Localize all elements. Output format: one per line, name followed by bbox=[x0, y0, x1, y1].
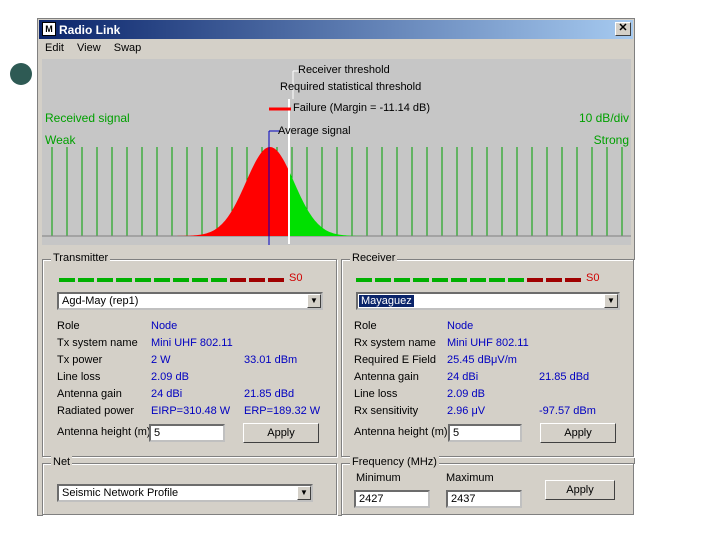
rx-height-input[interactable]: 5 bbox=[448, 424, 522, 442]
tx-system-label: Tx system name bbox=[57, 337, 138, 349]
menu-view[interactable]: View bbox=[73, 40, 105, 56]
min-frequency-input[interactable]: 2427 bbox=[354, 490, 430, 508]
tx-system-value: Mini UHF 802.11 bbox=[151, 337, 233, 349]
tx-height-input[interactable]: 5 bbox=[149, 424, 225, 442]
transmitter-title: Transmitter bbox=[51, 252, 111, 264]
frequency-title: Frequency (MHz) bbox=[350, 456, 439, 468]
tx-gain-label: Antenna gain bbox=[57, 388, 122, 400]
rx-field-label: Required E Field bbox=[354, 354, 436, 366]
max-frequency-input[interactable]: 2437 bbox=[446, 490, 522, 508]
strong-label: Strong bbox=[593, 133, 629, 147]
tx-radiated-label: Radiated power bbox=[57, 405, 135, 417]
signal-plot: Receiver threshold Required statistical … bbox=[42, 59, 631, 245]
tx-eirp-value: EIRP=310.48 W bbox=[151, 405, 231, 417]
net-panel: Net Seismic Network Profile ▼ bbox=[42, 456, 337, 515]
rx-loss-label: Line loss bbox=[354, 388, 398, 400]
max-frequency-label: Maximum bbox=[446, 472, 494, 484]
rx-sensitivity-dbm: -97.57 dBm bbox=[539, 405, 596, 417]
tx-power-value: 2 W bbox=[151, 354, 171, 366]
required-threshold-label: Required statistical threshold bbox=[280, 81, 422, 93]
rx-field-value: 25.45 dBμV/m bbox=[447, 354, 517, 366]
rx-role-value: Node bbox=[447, 320, 474, 332]
receiver-title: Receiver bbox=[350, 252, 398, 264]
rx-loss-value: 2.09 dB bbox=[447, 388, 485, 400]
min-frequency-label: Minimum bbox=[356, 472, 401, 484]
receiver-level: S0 bbox=[586, 272, 600, 284]
net-title: Net bbox=[51, 456, 73, 468]
failure-region bbox=[172, 147, 289, 236]
rx-gain-label: Antenna gain bbox=[354, 371, 419, 383]
rx-gain-value: 24 dBi bbox=[447, 371, 479, 383]
transmitter-select[interactable]: Agd-May (rep1) ▼ bbox=[57, 292, 323, 310]
tx-apply-button[interactable]: Apply bbox=[243, 423, 319, 443]
transmitter-level: S0 bbox=[289, 272, 303, 284]
tx-power-dbm: 33.01 dBm bbox=[244, 354, 298, 366]
plot-gridlines bbox=[51, 147, 623, 236]
tx-gain-dbd: 21.85 dBd bbox=[244, 388, 295, 400]
tx-role-label: Role bbox=[57, 320, 80, 332]
radio-link-app-icon: M bbox=[42, 22, 56, 36]
receiver-panel: Receiver S0 Mayaguez ▼ Role Node Rx syst… bbox=[341, 252, 634, 457]
net-select[interactable]: Seismic Network Profile ▼ bbox=[57, 484, 313, 502]
rx-system-value: Mini UHF 802.11 bbox=[447, 337, 529, 349]
tx-gain-value: 24 dBi bbox=[151, 388, 183, 400]
rx-height-label: Antenna height (m) bbox=[354, 426, 448, 438]
chevron-down-icon[interactable]: ▼ bbox=[297, 486, 311, 500]
receiver-signal-meter bbox=[356, 274, 584, 283]
tx-loss-label: Line loss bbox=[57, 371, 101, 383]
radio-link-window: M Radio Link ✕ Edit View Swap Receiver t… bbox=[37, 18, 635, 516]
tx-height-label: Antenna height (m) bbox=[57, 426, 151, 438]
transmitter-signal-meter bbox=[59, 274, 287, 283]
chevron-down-icon[interactable]: ▼ bbox=[604, 294, 618, 308]
menu-swap[interactable]: Swap bbox=[110, 40, 146, 56]
receiver-select[interactable]: Mayaguez ▼ bbox=[356, 292, 620, 310]
transmitter-panel: Transmitter S0 Agd-May (rep1) ▼ Role Nod… bbox=[42, 252, 337, 457]
chevron-down-icon[interactable]: ▼ bbox=[307, 294, 321, 308]
rx-role-label: Role bbox=[354, 320, 377, 332]
receiver-selected: Mayaguez bbox=[359, 295, 414, 307]
weak-label: Weak bbox=[45, 133, 76, 147]
title-bar: M Radio Link ✕ bbox=[39, 20, 633, 39]
frequency-panel: Frequency (MHz) Minimum Maximum 2427 243… bbox=[341, 456, 634, 515]
tx-loss-value: 2.09 dB bbox=[151, 371, 189, 383]
tx-erp-value: ERP=189.32 W bbox=[244, 405, 321, 417]
rx-sensitivity-label: Rx sensitivity bbox=[354, 405, 419, 417]
scale-label: 10 dB/div bbox=[578, 111, 629, 125]
receiver-threshold-label: Receiver threshold bbox=[298, 64, 390, 76]
slide-bullet bbox=[10, 63, 32, 85]
close-button[interactable]: ✕ bbox=[615, 22, 631, 36]
net-selected: Seismic Network Profile bbox=[62, 487, 179, 499]
frequency-apply-button[interactable]: Apply bbox=[545, 480, 615, 500]
rx-sensitivity-value: 2.96 μV bbox=[447, 405, 486, 417]
received-signal-label: Received signal bbox=[45, 111, 130, 125]
menu-edit[interactable]: Edit bbox=[41, 40, 68, 56]
rx-gain-dbd: 21.85 dBd bbox=[539, 371, 590, 383]
tx-role-value: Node bbox=[151, 320, 178, 332]
window-title: Radio Link bbox=[59, 23, 121, 37]
average-signal-label: Average signal bbox=[278, 125, 351, 137]
tx-power-label: Tx power bbox=[57, 354, 103, 366]
rx-apply-button[interactable]: Apply bbox=[540, 423, 616, 443]
success-region bbox=[289, 170, 372, 236]
failure-label: Failure (Margin = -11.14 dB) bbox=[293, 102, 431, 114]
menu-bar: Edit View Swap bbox=[39, 40, 633, 58]
transmitter-selected: Agd-May (rep1) bbox=[62, 295, 139, 307]
rx-system-label: Rx system name bbox=[354, 337, 436, 349]
